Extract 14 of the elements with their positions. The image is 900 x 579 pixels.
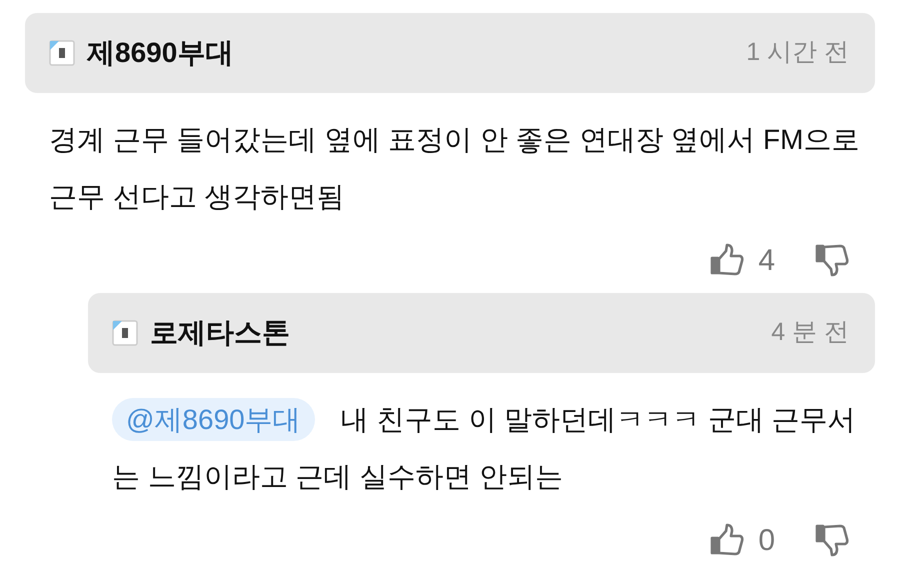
like-count: 0	[758, 522, 775, 558]
thumbs-down-icon[interactable]	[815, 243, 849, 277]
level-badge-icon	[49, 40, 75, 66]
like-count: 4	[758, 242, 775, 278]
thumbs-up-icon[interactable]	[710, 523, 744, 557]
timestamp: 4 분 전	[771, 317, 849, 348]
timestamp: 1 시간 전	[746, 37, 849, 68]
thumbs-down-icon[interactable]	[815, 523, 849, 557]
level-badge-icon	[112, 320, 138, 346]
author-name[interactable]: 제8690부대	[87, 32, 234, 74]
thumbs-up-icon[interactable]	[710, 243, 744, 277]
author-name[interactable]: 로제타스톤	[150, 312, 290, 354]
comment-text: @제8690부대 내 친구도 이 말하던데ㅋㅋㅋ 군대 근무서는 느낌이라고 근데 실수하면 안되는	[88, 391, 875, 505]
comment-text: 경계 근무 들어갔는데 옆에 표정이 안 좋은 연대장 옆에서 FM으로 근무 선다고 생각하면됨	[48, 123, 860, 214]
